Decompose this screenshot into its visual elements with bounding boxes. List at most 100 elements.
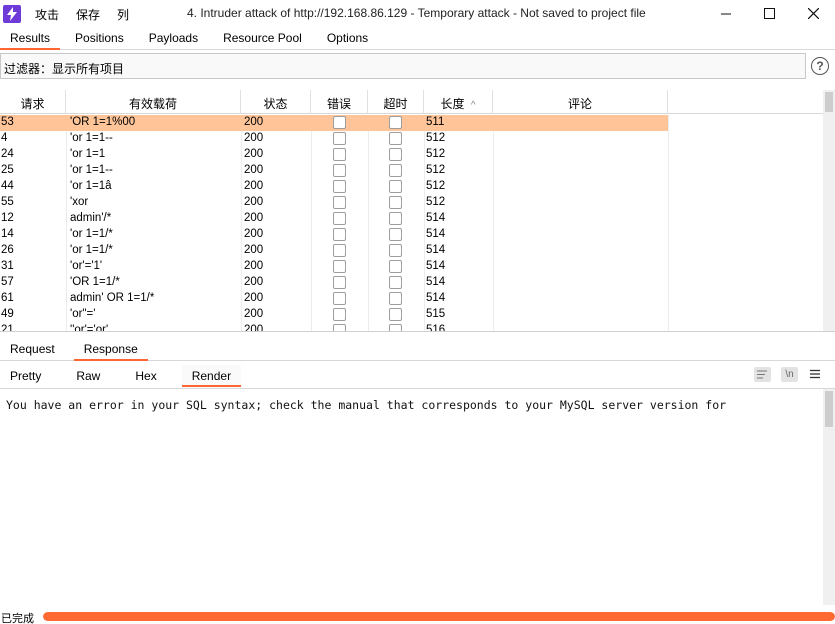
tab-positions[interactable]: Positions	[65, 28, 134, 50]
menu-attack[interactable]: 攻击	[35, 6, 59, 23]
checkbox-timeout[interactable]	[389, 116, 402, 129]
cell-request: 31	[1, 260, 14, 272]
col-header-length[interactable]: 长度 ^	[424, 90, 493, 114]
menu-columns[interactable]: 列	[117, 6, 129, 23]
wrap-icon	[757, 370, 767, 379]
cell-payload: 'OR 1=1/*	[70, 276, 120, 288]
checkbox-timeout[interactable]	[389, 276, 402, 289]
rendered-response-text: You have an error in your SQL syntax; ch…	[6, 398, 727, 412]
checkbox-error[interactable]	[333, 260, 346, 273]
tab-raw[interactable]: Raw	[66, 365, 110, 387]
col-header-timeout[interactable]: 超时	[368, 90, 424, 114]
cell-request: 26	[1, 244, 14, 256]
checkbox-timeout[interactable]	[389, 244, 402, 257]
table-row[interactable]: 14 'or 1=1/* 200 514	[0, 227, 823, 243]
cell-payload: 'OR 1=1%00	[70, 116, 136, 128]
progress-bar	[43, 612, 835, 621]
title-bar: 攻击 保存 列 4. Intruder attack of http://192…	[0, 0, 835, 28]
checkbox-timeout[interactable]	[389, 164, 402, 177]
minimize-button[interactable]	[703, 0, 749, 26]
cell-request: 57	[1, 276, 14, 288]
checkbox-error[interactable]	[333, 324, 346, 331]
table-row[interactable]: 12 admin'/* 200 514	[0, 211, 823, 227]
tab-results[interactable]: Results	[0, 28, 61, 50]
table-row[interactable]: 44 'or 1=1â 200 512	[0, 179, 823, 195]
col-header-comment[interactable]: 评论	[493, 90, 668, 114]
maximize-icon	[763, 7, 775, 19]
maximize-button[interactable]	[746, 0, 792, 26]
tab-response[interactable]: Response	[73, 339, 148, 361]
checkbox-error[interactable]	[333, 116, 346, 129]
checkbox-timeout[interactable]	[389, 196, 402, 209]
table-row[interactable]: 61 admin' OR 1=1/* 200 514	[0, 291, 823, 307]
checkbox-error[interactable]	[333, 180, 346, 193]
checkbox-error[interactable]	[333, 276, 346, 289]
render-scrollbar[interactable]	[823, 389, 835, 605]
checkbox-timeout[interactable]	[389, 228, 402, 241]
checkbox-error[interactable]	[333, 196, 346, 209]
col-header-error[interactable]: 错误	[311, 90, 368, 114]
col-header-status[interactable]: 状态	[241, 90, 311, 114]
cell-status: 200	[244, 292, 264, 304]
cell-payload: 'or 1=1â	[70, 180, 112, 192]
table-row[interactable]: 4 'or 1=1-- 200 512	[0, 131, 823, 147]
checkbox-timeout[interactable]	[389, 180, 402, 193]
checkbox-timeout[interactable]	[389, 308, 402, 321]
scrollbar-thumb[interactable]	[825, 92, 833, 112]
tab-pretty[interactable]: Pretty	[0, 365, 51, 387]
table-scrollbar[interactable]	[823, 90, 835, 331]
newline-toggle-button[interactable]: \n	[781, 367, 798, 382]
menu-save[interactable]: 保存	[76, 6, 100, 23]
close-button[interactable]	[790, 0, 835, 26]
wrap-lines-button[interactable]	[754, 367, 771, 382]
scrollbar-thumb[interactable]	[825, 391, 833, 427]
col-header-request[interactable]: 请求	[0, 90, 66, 114]
tab-options[interactable]: Options	[317, 28, 378, 50]
cell-length: 512	[426, 148, 446, 160]
checkbox-timeout[interactable]	[389, 148, 402, 161]
tab-render[interactable]: Render	[181, 365, 242, 387]
cell-length: 512	[426, 164, 446, 176]
checkbox-error[interactable]	[333, 308, 346, 321]
table-row[interactable]: 57 'OR 1=1/* 200 514	[0, 275, 823, 291]
checkbox-error[interactable]	[333, 244, 346, 257]
checkbox-error[interactable]	[333, 164, 346, 177]
help-icon[interactable]: ?	[811, 57, 829, 75]
table-row[interactable]: 24 'or 1=1 200 512	[0, 147, 823, 163]
tab-resource-pool[interactable]: Resource Pool	[213, 28, 312, 50]
checkbox-timeout[interactable]	[389, 260, 402, 273]
col-header-length-label: 长度	[440, 97, 465, 111]
table-row[interactable]: 25 'or 1=1-- 200 512	[0, 163, 823, 179]
menu-bar: 攻击 保存 列	[35, 6, 146, 23]
tab-request[interactable]: Request	[0, 339, 65, 361]
table-row[interactable]: 55 'xor 200 512	[0, 195, 823, 211]
table-row[interactable]: 26 'or 1=1/* 200 514	[0, 243, 823, 259]
col-header-payload[interactable]: 有效载荷	[66, 90, 241, 114]
table-row[interactable]: 49 'or"=' 200 515	[0, 307, 823, 323]
cell-payload: admin'/*	[70, 212, 112, 224]
menu-icon[interactable]	[809, 368, 823, 382]
checkbox-error[interactable]	[333, 148, 346, 161]
status-text: 已完成	[1, 613, 34, 624]
checkbox-error[interactable]	[333, 292, 346, 305]
checkbox-timeout[interactable]	[389, 132, 402, 145]
filter-bar[interactable]: 过滤器：显示所有项目	[0, 53, 806, 79]
checkbox-timeout[interactable]	[389, 324, 402, 331]
tab-hex[interactable]: Hex	[125, 365, 166, 387]
table-header: 请求 有效载荷 状态 错误 超时 长度 ^ 评论	[0, 90, 823, 114]
cell-status: 200	[244, 164, 264, 176]
cell-request: 55	[1, 196, 14, 208]
checkbox-error[interactable]	[333, 228, 346, 241]
cell-payload: ''or'='or'	[70, 324, 109, 332]
table-row[interactable]: 21 ''or'='or' 200 516	[0, 323, 823, 332]
checkbox-timeout[interactable]	[389, 292, 402, 305]
checkbox-error[interactable]	[333, 132, 346, 145]
cell-request: 24	[1, 148, 14, 160]
checkbox-error[interactable]	[333, 212, 346, 225]
tab-payloads[interactable]: Payloads	[139, 28, 208, 50]
table-row[interactable]: 53 'OR 1=1%00 200 511	[0, 115, 823, 131]
table-row[interactable]: 31 'or'='1' 200 514	[0, 259, 823, 275]
cell-length: 515	[426, 308, 446, 320]
checkbox-timeout[interactable]	[389, 212, 402, 225]
cell-length: 514	[426, 212, 446, 224]
